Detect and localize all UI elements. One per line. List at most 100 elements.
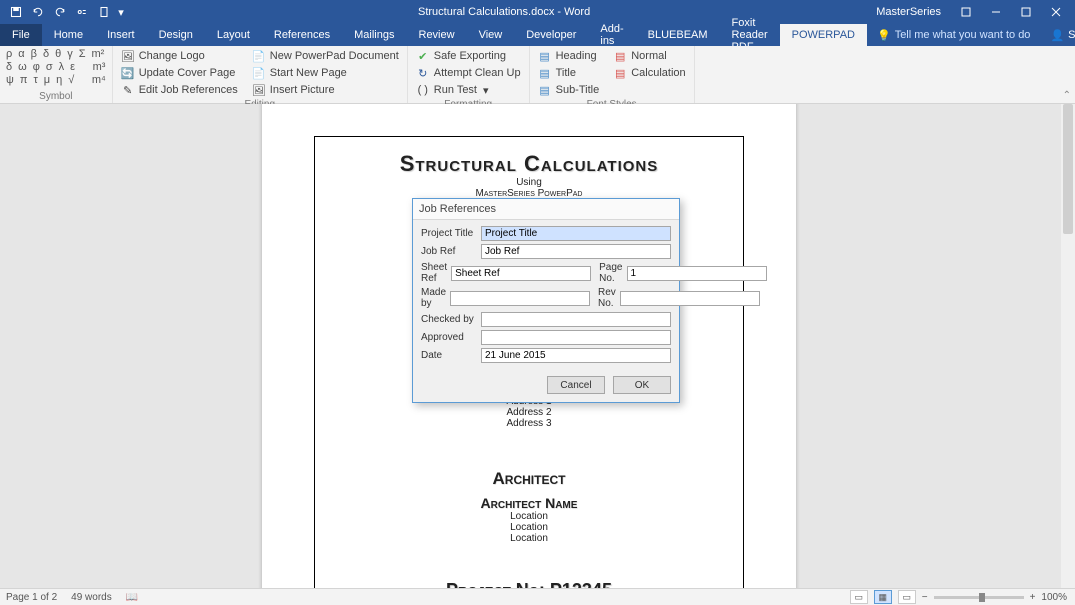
user-label: MasterSeries <box>876 6 941 18</box>
input-rev-no[interactable] <box>620 291 760 306</box>
ribbon-options-icon[interactable] <box>951 0 981 24</box>
tab-review[interactable]: Review <box>407 24 467 46</box>
web-layout-icon[interactable]: ▭ <box>898 590 916 604</box>
zoom-level[interactable]: 100% <box>1041 592 1067 603</box>
maximize-icon[interactable] <box>1011 0 1041 24</box>
tell-me[interactable]: 💡 Tell me what you want to do <box>867 24 1040 46</box>
input-made-by[interactable] <box>450 291 590 306</box>
new-powerpad-doc-button[interactable]: 📄New PowerPad Document <box>250 48 401 64</box>
tab-addins[interactable]: Add-ins <box>588 24 635 46</box>
heading-label: Heading <box>556 50 597 62</box>
collapse-ribbon-icon[interactable]: ⌃ <box>1063 90 1071 101</box>
minimize-icon[interactable] <box>981 0 1011 24</box>
heading-style-button[interactable]: ▤Heading <box>536 48 602 64</box>
input-job-ref[interactable] <box>481 244 671 259</box>
title-bar: ▾ Structural Calculations.docx - Word Ma… <box>0 0 1075 24</box>
label-made-by: Made by <box>421 287 446 309</box>
proofing-icon[interactable]: 📖 <box>126 592 138 603</box>
page-icon: 📄 <box>252 66 266 80</box>
ribbon: ραβδθγΣm² δωφσλεxm³ ψπτμη√xm⁴ Symbol 🖼Ch… <box>0 46 1075 104</box>
tell-me-label: Tell me what you want to do <box>895 29 1031 41</box>
bulb-icon: 💡 <box>877 29 891 42</box>
symbol-row-3[interactable]: ψπτμη√xm⁴ <box>6 74 106 86</box>
style-icon: ▤ <box>613 66 627 80</box>
undo-icon[interactable] <box>28 2 48 22</box>
symbol-row-2[interactable]: δωφσλεxm³ <box>6 61 106 73</box>
tab-foxit[interactable]: Foxit Reader PDF <box>720 24 780 46</box>
normal-style-button[interactable]: ▤Normal <box>611 48 687 64</box>
code-icon: ( ) <box>416 83 430 97</box>
tab-powerpad[interactable]: POWERPAD <box>780 24 867 46</box>
ribbon-group-fontstyles: ▤Heading ▤Title ▤Sub-Title ▤Normal ▤Calc… <box>530 46 695 103</box>
edit-job-refs-button[interactable]: ✎Edit Job References <box>119 82 240 98</box>
zoom-in-button[interactable]: + <box>1030 592 1036 603</box>
calculation-style-button[interactable]: ▤ Calculation <box>611 65 687 81</box>
close-icon[interactable] <box>1041 0 1071 24</box>
input-checked-by[interactable] <box>481 312 671 327</box>
change-logo-label: Change Logo <box>139 50 205 62</box>
doc-architect-heading: Architect <box>315 469 743 489</box>
insert-picture-label: Insert Picture <box>270 84 335 96</box>
tab-file[interactable]: File <box>0 24 42 46</box>
touch-mode-icon[interactable] <box>72 2 92 22</box>
input-project-title[interactable] <box>481 226 671 241</box>
ribbon-group-symbol: ραβδθγΣm² δωφσλεxm³ ψπτμη√xm⁴ Symbol <box>0 46 113 103</box>
share-icon: 👤 <box>1050 29 1064 42</box>
tab-bluebeam[interactable]: BLUEBEAM <box>636 24 720 46</box>
tab-view[interactable]: View <box>467 24 515 46</box>
redo-icon[interactable] <box>50 2 70 22</box>
doc-project-no: Project No: P12345 <box>315 580 743 588</box>
read-mode-icon[interactable]: ▭ <box>850 590 868 604</box>
symbol-row-1[interactable]: ραβδθγΣm² <box>6 48 106 60</box>
tab-developer[interactable]: Developer <box>514 24 588 46</box>
job-references-dialog: Job References Project Title Job Ref She… <box>412 198 680 403</box>
cancel-button[interactable]: Cancel <box>547 376 605 394</box>
share-label: Share <box>1068 29 1075 41</box>
doc-using: Using <box>315 177 743 188</box>
share-button[interactable]: 👤 Share <box>1040 24 1075 46</box>
input-page-no[interactable] <box>627 266 767 281</box>
doc-loc3: Location <box>315 533 743 544</box>
zoom-slider[interactable] <box>934 596 1024 599</box>
change-logo-button[interactable]: 🖼Change Logo <box>119 48 240 64</box>
status-page[interactable]: Page 1 of 2 <box>6 592 57 603</box>
quick-access-toolbar: ▾ <box>0 2 132 22</box>
run-test-button[interactable]: ( )Run Test▾ <box>414 82 523 98</box>
label-sheet-ref: Sheet Ref <box>421 262 447 284</box>
tab-insert[interactable]: Insert <box>95 24 147 46</box>
subtitle-style-button[interactable]: ▤Sub-Title <box>536 82 602 98</box>
zoom-out-button[interactable]: − <box>922 592 928 603</box>
new-doc-icon[interactable] <box>94 2 114 22</box>
insert-picture-button[interactable]: 🖼Insert Picture <box>250 82 401 98</box>
qat-more-icon[interactable]: ▾ <box>116 2 126 22</box>
doc-architect-name: Architect Name <box>315 495 743 511</box>
print-layout-icon[interactable]: ▦ <box>874 590 892 604</box>
title-style-button[interactable]: ▤Title <box>536 65 602 81</box>
doc-loc1: Location <box>315 511 743 522</box>
input-date[interactable] <box>481 348 671 363</box>
ribbon-group-label: Symbol <box>6 90 106 103</box>
new-doc-icon: 📄 <box>252 49 266 63</box>
edit-job-refs-label: Edit Job References <box>139 84 238 96</box>
start-new-page-button[interactable]: 📄 Start New Page <box>250 65 401 81</box>
scroll-thumb[interactable] <box>1063 104 1073 234</box>
tab-layout[interactable]: Layout <box>205 24 262 46</box>
status-words[interactable]: 49 words <box>71 592 112 603</box>
start-new-page-label: Start New Page <box>270 67 347 79</box>
safe-export-label: Safe Exporting <box>434 50 506 62</box>
attempt-cleanup-button[interactable]: ↻Attempt Clean Up <box>414 65 523 81</box>
tab-design[interactable]: Design <box>147 24 205 46</box>
save-icon[interactable] <box>6 2 26 22</box>
tab-references[interactable]: References <box>262 24 342 46</box>
update-cover-button[interactable]: 🔄Update Cover Page <box>119 65 240 81</box>
input-sheet-ref[interactable] <box>451 266 591 281</box>
input-approved[interactable] <box>481 330 671 345</box>
tab-home[interactable]: Home <box>42 24 95 46</box>
style-icon: ▤ <box>538 66 552 80</box>
vertical-scrollbar[interactable] <box>1061 104 1075 588</box>
safe-exporting-button[interactable]: ✔ Safe Exporting <box>414 48 523 64</box>
check-icon: ✔ <box>416 49 430 63</box>
ok-button[interactable]: OK <box>613 376 671 394</box>
tab-mailings[interactable]: Mailings <box>342 24 406 46</box>
calculation-label: Calculation <box>631 67 685 79</box>
